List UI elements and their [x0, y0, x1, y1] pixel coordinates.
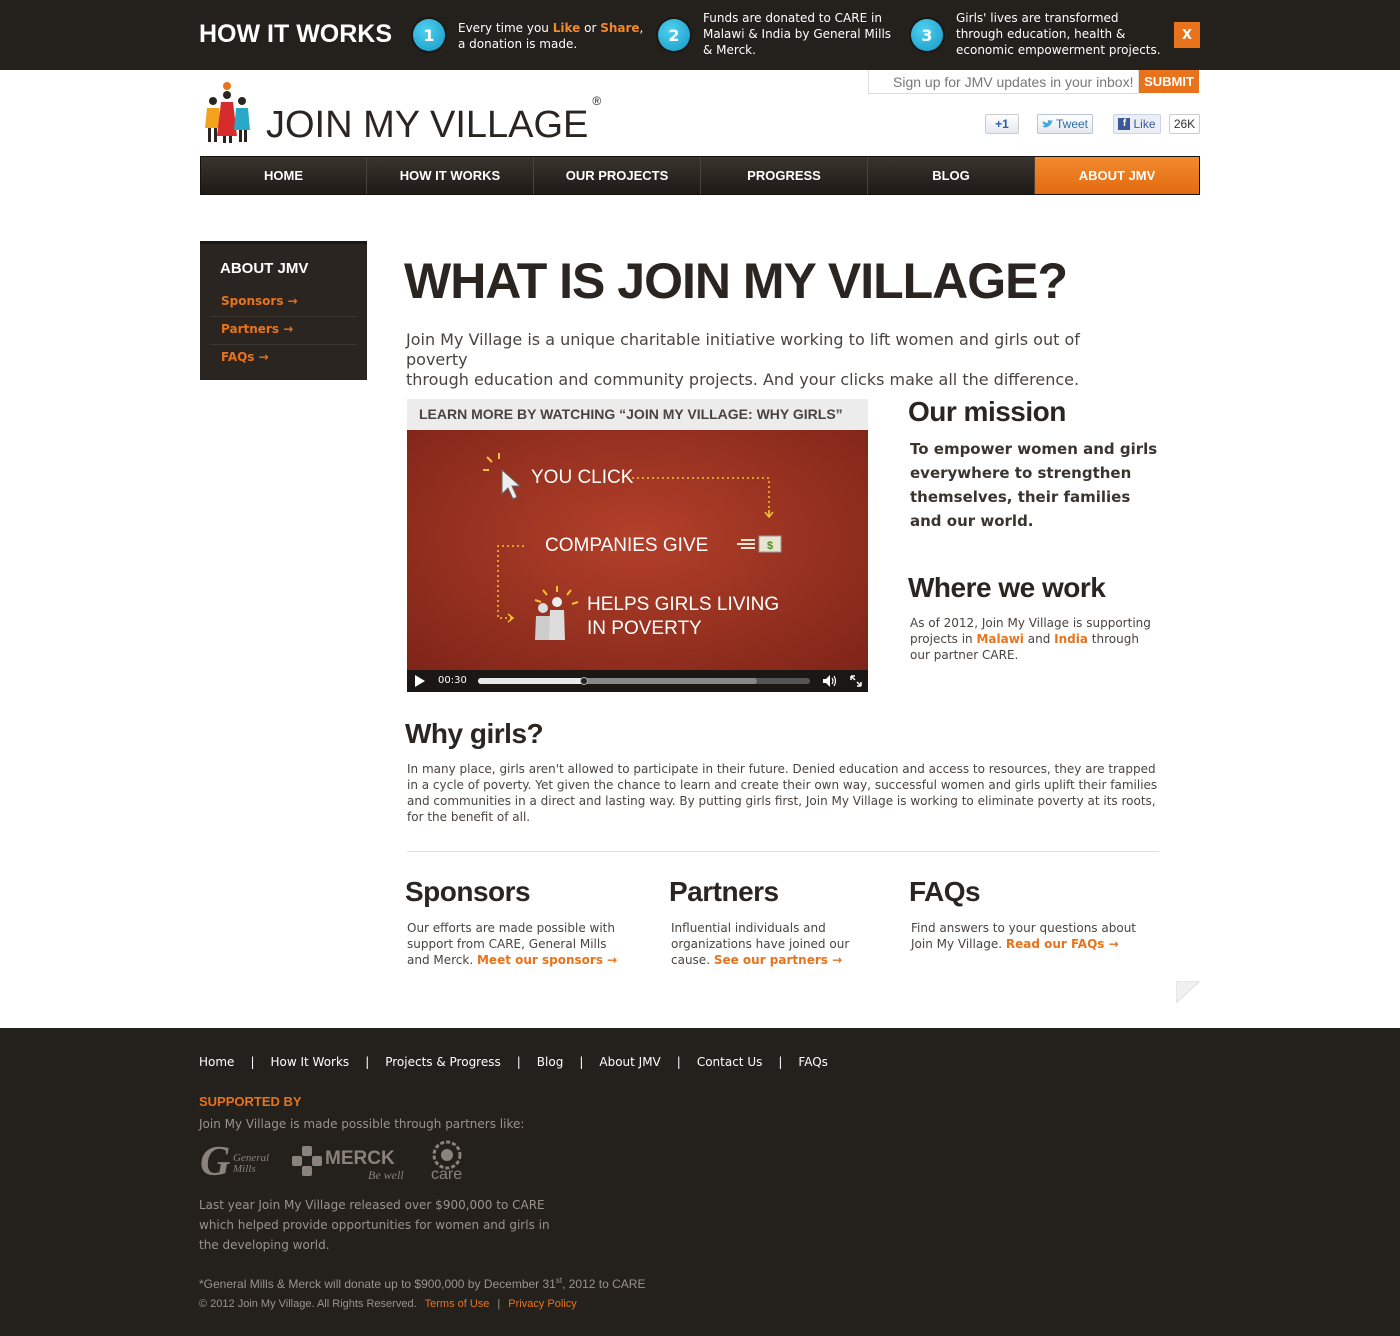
- sponsors-text: Our efforts are made possible with suppo…: [407, 921, 618, 967]
- video-text-helps-girls: HELPS GIRLS LIVING IN POVERTY: [587, 594, 780, 639]
- step-number: 2: [658, 19, 690, 51]
- read-faqs-link[interactable]: Read our FAQs →: [1006, 937, 1119, 951]
- sponsors-heading: Sponsors: [405, 876, 531, 907]
- terms-of-use-link[interactable]: Terms of Use: [425, 1298, 490, 1310]
- see-partners-link[interactable]: See our partners →: [714, 953, 842, 967]
- dollar-icon: $: [767, 540, 774, 552]
- video-progress-track[interactable]: [478, 677, 810, 685]
- sidebar-title: ABOUT JMV: [220, 260, 309, 277]
- village-people-logo-icon[interactable]: [199, 80, 255, 144]
- supported-by-subtitle: Join My Village is made possible through…: [199, 1117, 525, 1131]
- nav-our-projects[interactable]: OUR PROJECTS: [534, 157, 701, 194]
- sidebar: ABOUT JMV Sponsors → Partners → FAQs →: [200, 241, 367, 380]
- step-3: 3 Girls' lives are transformed through e…: [911, 10, 1161, 58]
- step-text: Girls' lives are transformed through edu…: [956, 11, 1161, 57]
- footer-link-about-jmv[interactable]: About JMV: [599, 1055, 660, 1069]
- video-controls: 00:30: [407, 670, 868, 692]
- tweet-button[interactable]: Tweet: [1037, 114, 1093, 134]
- facebook-like-button[interactable]: f Like: [1113, 114, 1161, 134]
- faqs-text: Find answers to your questions about Joi…: [911, 921, 1136, 951]
- privacy-policy-link[interactable]: Privacy Policy: [508, 1298, 576, 1310]
- step-number: 1: [413, 19, 445, 51]
- footer-link-projects-progress[interactable]: Projects & Progress: [385, 1055, 501, 1069]
- partners-text: Influential individuals and organization…: [671, 921, 850, 967]
- partners-heading: Partners: [669, 876, 779, 907]
- footer-link-faqs[interactable]: FAQs: [798, 1055, 828, 1069]
- video-text-companies-give: COMPANIES GIVE: [545, 535, 709, 556]
- where-we-work-heading: Where we work: [908, 572, 1106, 603]
- facebook-like-count: 26K: [1169, 114, 1200, 134]
- how-it-works-title: HOW IT WORKS: [199, 20, 393, 48]
- video-text-you-click: YOU CLICK: [531, 467, 634, 488]
- step-text: Every time you Like or Share, a donation…: [458, 21, 644, 51]
- why-girls-text: In many place, girls aren't allowed to p…: [407, 762, 1158, 824]
- footer-donation-note: *General Mills & Merck will donate up to…: [199, 1276, 646, 1291]
- malawi-link[interactable]: Malawi: [976, 632, 1023, 646]
- main-nav: HOME HOW IT WORKS OUR PROJECTS PROGRESS …: [200, 156, 1200, 195]
- volume-icon[interactable]: [823, 675, 837, 687]
- footer-nav: Home | How It Works | Projects & Progress |…: [199, 1055, 828, 1069]
- intro-paragraph: Join My Village is a unique charitable i…: [406, 330, 1080, 389]
- brand-name[interactable]: JOIN MY VILLAGE®: [266, 94, 601, 147]
- like-word: Like: [552, 21, 581, 35]
- supported-by-title: SUPPORTED BY: [199, 1094, 302, 1109]
- sidebar-item-sponsors[interactable]: Sponsors →: [221, 294, 298, 308]
- nav-about-jmv[interactable]: ABOUT JMV: [1035, 157, 1199, 194]
- where-we-work-text: As of 2012, Join My Village is supportin…: [910, 616, 1151, 662]
- nav-blog[interactable]: BLOG: [868, 157, 1035, 194]
- footer-copyright: © 2012 Join My Village. All Rights Reser…: [199, 1298, 577, 1310]
- footer-link-contact-us[interactable]: Contact Us: [697, 1055, 763, 1069]
- footer-impact-text: Last year Join My Village released over …: [199, 1198, 550, 1252]
- faqs-heading: FAQs: [909, 876, 981, 907]
- sidebar-divider: [210, 344, 357, 345]
- step-1: 1 Every time you Like or Share, a donati…: [413, 10, 643, 52]
- section-divider: [407, 851, 1159, 852]
- how-it-works-bar: HOW IT WORKS 1 Every time you Like or Sh…: [0, 0, 1400, 70]
- footer-link-blog[interactable]: Blog: [537, 1055, 564, 1069]
- india-link[interactable]: India: [1054, 632, 1088, 646]
- merck-symbol-icon: [292, 1146, 322, 1176]
- sidebar-divider: [210, 316, 357, 317]
- newsletter-email-input[interactable]: Sign up for JMV updates in your inbox!: [868, 70, 1139, 94]
- fullscreen-icon[interactable]: [850, 675, 862, 687]
- care-logo[interactable]: care: [428, 1140, 466, 1186]
- video-player[interactable]: YOU CLICK COMPANIES GIVE $ HELPS GIRLS L…: [407, 430, 868, 670]
- video-played-bar: [478, 678, 585, 684]
- sidebar-item-partners[interactable]: Partners →: [221, 322, 293, 336]
- video-time: 00:30: [438, 675, 467, 686]
- footer-link-home[interactable]: Home: [199, 1055, 234, 1069]
- share-word: Share: [600, 21, 640, 35]
- step-2: 2 Funds are donated to CARE in Malawi & …: [658, 10, 891, 58]
- merck-logo[interactable]: MERCK Be well: [292, 1146, 410, 1186]
- nav-progress[interactable]: PROGRESS: [701, 157, 868, 194]
- google-plus-button[interactable]: +1: [985, 114, 1019, 134]
- meet-sponsors-link[interactable]: Meet our sponsors →: [477, 953, 617, 967]
- footer-link-how-it-works[interactable]: How It Works: [270, 1055, 349, 1069]
- step-number: 3: [911, 19, 943, 51]
- footer: Home | How It Works | Projects & Progress |…: [0, 1028, 1400, 1336]
- general-mills-logo[interactable]: G General Mills: [200, 1139, 272, 1186]
- facebook-icon: f: [1118, 118, 1131, 130]
- twitter-bird-icon: [1042, 119, 1053, 128]
- why-girls-heading: Why girls?: [405, 718, 544, 749]
- mission-heading: Our mission: [908, 396, 1066, 427]
- close-bar-button[interactable]: X: [1174, 22, 1200, 48]
- step-text: Funds are donated to CARE in Malawi & In…: [703, 11, 892, 57]
- general-mills-g-icon: G: [200, 1139, 231, 1185]
- nav-how-it-works[interactable]: HOW IT WORKS: [367, 157, 534, 194]
- newsletter-submit-button[interactable]: SUBMIT: [1139, 70, 1199, 93]
- nav-home[interactable]: HOME: [201, 157, 367, 194]
- play-icon[interactable]: [414, 675, 426, 687]
- page-title: WHAT IS JOIN MY VILLAGE?: [404, 253, 1068, 309]
- video-heading: LEARN MORE BY WATCHING “JOIN MY VILLAGE:…: [407, 399, 868, 430]
- mission-statement: To empower women and girls everywhere to…: [910, 440, 1158, 530]
- sidebar-item-faqs[interactable]: FAQs →: [221, 350, 269, 364]
- page-curl-icon: [1176, 981, 1200, 1003]
